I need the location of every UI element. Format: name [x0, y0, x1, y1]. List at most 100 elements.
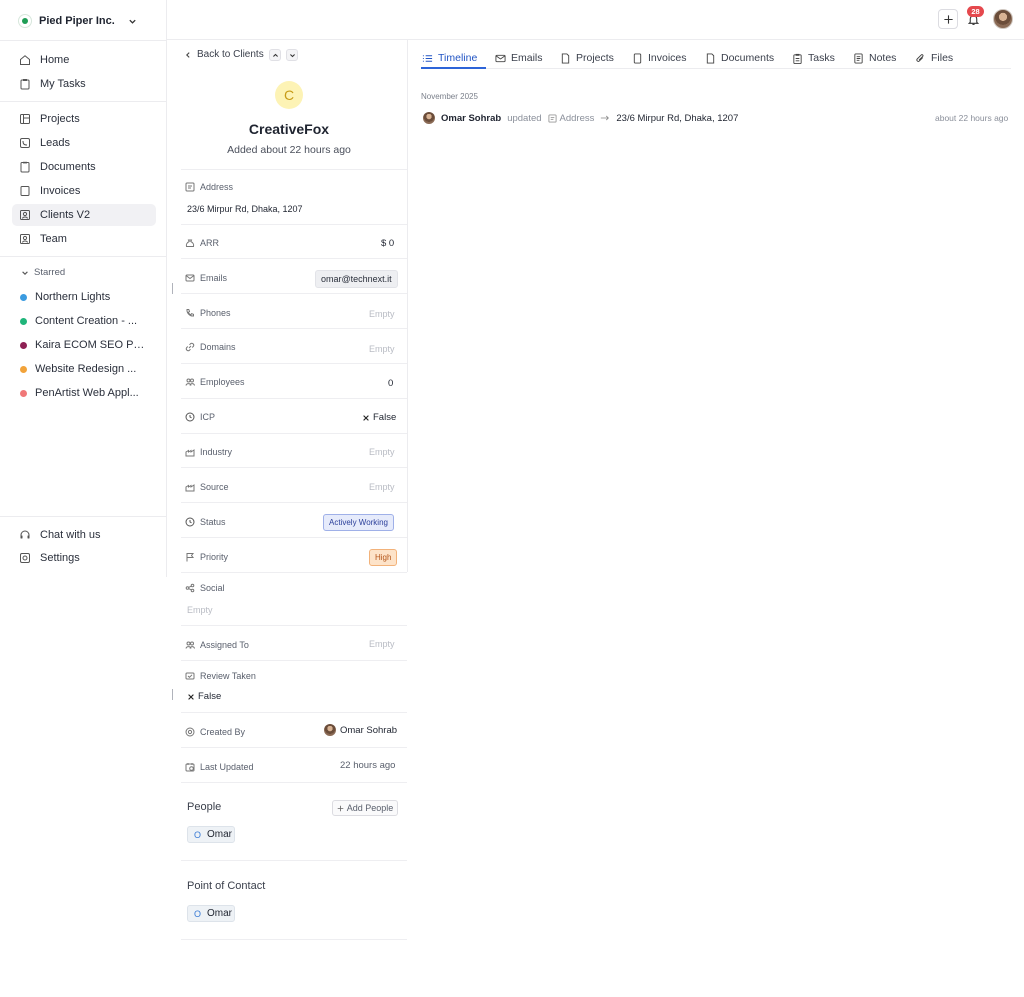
- project-color-dot: [20, 341, 27, 349]
- sidebar: Pied Piper Inc. Home My Tasks Projects L…: [0, 0, 167, 577]
- notes-icon: [854, 52, 863, 64]
- previous-client-button[interactable]: [269, 49, 281, 61]
- people-icon: [185, 641, 195, 649]
- person-chip[interactable]: O Omar: [187, 826, 235, 843]
- icp-value[interactable]: False: [362, 412, 396, 423]
- timeline-user[interactable]: Omar Sohrab: [441, 113, 501, 124]
- nav-projects[interactable]: Projects: [12, 108, 156, 130]
- divider: [181, 572, 407, 573]
- tab-documents[interactable]: Documents: [705, 48, 774, 68]
- starred-project[interactable]: Kaira ECOM SEO Pr...: [20, 335, 160, 355]
- email-chip[interactable]: omar@technext.it: [315, 270, 398, 288]
- add-people-button[interactable]: Add People: [332, 800, 398, 816]
- employees-label: Employees: [185, 377, 245, 387]
- headset-icon: [20, 530, 30, 539]
- review-taken-value[interactable]: False: [187, 691, 221, 702]
- next-client-button[interactable]: [286, 49, 298, 61]
- user-avatar: [423, 112, 435, 124]
- resize-handle[interactable]: [172, 689, 173, 700]
- starred-project[interactable]: Northern Lights: [20, 287, 160, 307]
- starred-section-toggle[interactable]: Starred: [21, 267, 65, 278]
- timeline-field: Address: [547, 113, 594, 124]
- field-label-text: Emails: [200, 273, 228, 283]
- active-tab-indicator: [421, 67, 486, 69]
- address-value[interactable]: 23/6 Mirpur Rd, Dhaka, 1207: [187, 204, 303, 214]
- starred-project[interactable]: Content Creation - ...: [20, 311, 160, 331]
- chevron-up-icon: [272, 53, 278, 57]
- tab-emails[interactable]: Emails: [495, 48, 543, 68]
- tab-tasks[interactable]: Tasks: [792, 48, 835, 68]
- link-icon: [185, 342, 195, 352]
- client-icon: [20, 210, 30, 220]
- tab-timeline[interactable]: Timeline: [422, 48, 477, 68]
- project-name: Content Creation - ...: [35, 315, 138, 327]
- employees-value[interactable]: 0: [388, 378, 393, 389]
- timeline-timestamp: about 22 hours ago: [935, 113, 1009, 123]
- divider: [0, 101, 167, 102]
- phones-empty[interactable]: Empty: [369, 309, 395, 319]
- nav-my-tasks[interactable]: My Tasks: [12, 73, 156, 95]
- created-by-value[interactable]: Omar Sohrab: [324, 724, 397, 736]
- nav-documents[interactable]: Documents: [12, 156, 156, 178]
- money-bag-icon: [185, 239, 195, 247]
- nav-team[interactable]: Team: [12, 228, 156, 250]
- assigned-to-empty[interactable]: Empty: [369, 639, 395, 649]
- divider: [181, 398, 407, 399]
- priority-badge[interactable]: High: [369, 549, 398, 566]
- workspace-name: Pied Piper Inc.: [39, 15, 115, 27]
- field-label-text: ARR: [200, 238, 220, 248]
- file-icon: [561, 52, 570, 64]
- nav-settings[interactable]: Settings: [12, 547, 156, 569]
- top-bar: [167, 0, 1024, 40]
- nav-clients-v2[interactable]: Clients V2: [12, 204, 156, 226]
- point-of-contact-title: Point of Contact: [187, 880, 266, 892]
- timeline-entry: Omar Sohrab updated Address 23/6 Mirpur …: [423, 112, 738, 124]
- starred-project[interactable]: PenArtist Web Appl...: [20, 383, 160, 403]
- chevron-left-icon: [186, 51, 190, 58]
- tab-projects[interactable]: Projects: [560, 48, 614, 68]
- user-avatar[interactable]: [993, 9, 1013, 29]
- create-button[interactable]: [938, 9, 958, 29]
- divider: [181, 293, 407, 294]
- tab-label: Timeline: [438, 52, 478, 64]
- divider: [181, 258, 407, 259]
- domains-empty[interactable]: Empty: [369, 344, 395, 354]
- client-avatar: C: [275, 81, 303, 109]
- starred-project[interactable]: Website Redesign ...: [20, 359, 160, 379]
- nav-label: Projects: [40, 113, 80, 125]
- nav-chat-with-us[interactable]: Chat with us: [12, 524, 156, 546]
- nav-leads[interactable]: Leads: [12, 132, 156, 154]
- arr-value[interactable]: $ 0: [381, 238, 394, 249]
- field-label-text: Domains: [200, 342, 236, 352]
- nav-label: Documents: [40, 161, 96, 173]
- tab-notes[interactable]: Notes: [853, 48, 896, 68]
- status-badge[interactable]: Actively Working: [323, 514, 394, 531]
- divider: [181, 782, 407, 783]
- nav-label: Settings: [40, 552, 80, 564]
- field-label-text: Employees: [200, 377, 245, 387]
- social-empty[interactable]: Empty: [187, 605, 213, 615]
- tab-files[interactable]: Files: [915, 48, 953, 68]
- person-name: Omar: [207, 908, 233, 919]
- people-section-title: People: [187, 801, 222, 813]
- tab-label: Tasks: [808, 52, 835, 64]
- timeline-month-heading: November 2025: [421, 92, 478, 101]
- back-to-clients-link[interactable]: Back to Clients: [184, 49, 264, 60]
- source-empty[interactable]: Empty: [369, 482, 395, 492]
- contact-chip[interactable]: O Omar: [187, 905, 235, 922]
- industry-empty[interactable]: Empty: [369, 447, 395, 457]
- workspace-switcher[interactable]: Pied Piper Inc.: [18, 12, 137, 30]
- field-label-text: Review Taken: [200, 671, 256, 681]
- phone-icon: [20, 138, 30, 148]
- field-label-text: Industry: [200, 447, 233, 457]
- nav-invoices[interactable]: Invoices: [12, 180, 156, 202]
- assigned-to-label: Assigned To: [185, 640, 249, 650]
- nav-home[interactable]: Home: [12, 49, 156, 71]
- person-initial: O: [194, 908, 202, 919]
- project-name: PenArtist Web Appl...: [35, 387, 139, 399]
- timeline-new-value: 23/6 Mirpur Rd, Dhaka, 1207: [616, 112, 739, 124]
- tab-invoices[interactable]: Invoices: [632, 48, 687, 68]
- flag-icon: [186, 553, 194, 562]
- resize-handle[interactable]: [172, 283, 173, 294]
- checkbox-icon: [185, 672, 195, 680]
